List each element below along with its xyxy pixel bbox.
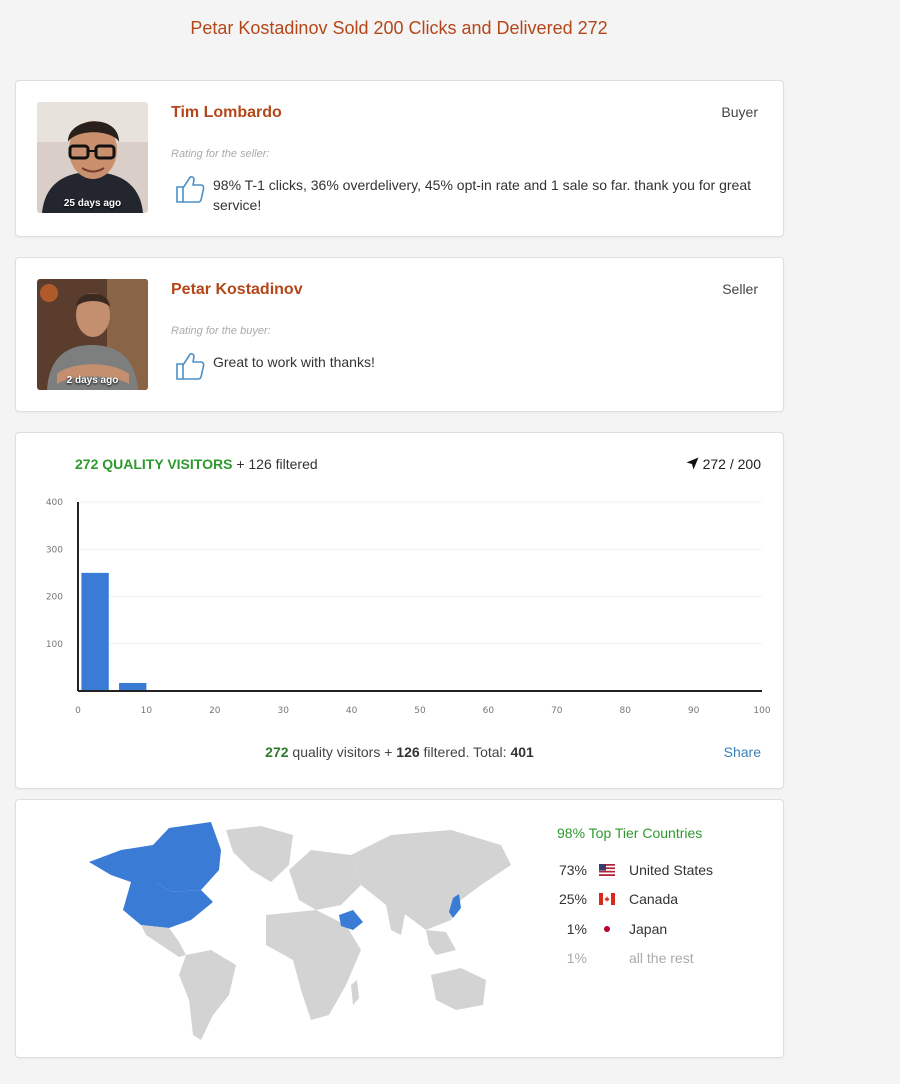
summary-total: 401 bbox=[510, 744, 534, 760]
review-card-seller: 2 days ago Petar Kostadinov Seller Ratin… bbox=[15, 257, 784, 412]
geo-headline: 98% Top Tier Countries bbox=[557, 825, 703, 841]
x-tick-label: 80 bbox=[619, 706, 631, 716]
summary-quality-num: 272 bbox=[265, 744, 289, 760]
reviewer-name[interactable]: Petar Kostadinov bbox=[171, 281, 303, 299]
x-tick-label: 0 bbox=[75, 706, 81, 716]
reviewer-name[interactable]: Tim Lombardo bbox=[171, 104, 282, 122]
avatar-photo bbox=[37, 279, 148, 390]
x-tick-label: 60 bbox=[483, 706, 495, 716]
reviewer-role: Buyer bbox=[721, 104, 758, 120]
country-name: United States bbox=[629, 862, 714, 878]
review-comment: 98% T-1 clicks, 36% overdelivery, 45% op… bbox=[213, 177, 751, 213]
geo-card: 98% Top Tier Countries 73% United States… bbox=[15, 799, 784, 1058]
rating-label: Rating for the seller: bbox=[171, 148, 270, 160]
us-flag-icon bbox=[599, 864, 615, 876]
rating-label: Rating for the buyer: bbox=[171, 325, 271, 337]
share-link[interactable]: Share bbox=[724, 744, 761, 760]
avatar[interactable]: 25 days ago bbox=[37, 102, 148, 213]
summary-filtered-num: 126 bbox=[396, 744, 420, 760]
x-tick-label: 10 bbox=[141, 706, 153, 716]
avatar[interactable]: 2 days ago bbox=[37, 279, 148, 390]
x-tick-label: 70 bbox=[551, 706, 563, 716]
y-tick-label: 300 bbox=[46, 545, 63, 555]
x-tick-label: 50 bbox=[414, 706, 426, 716]
review-comment: Great to work with thanks! bbox=[213, 354, 375, 370]
x-tick-label: 90 bbox=[688, 706, 700, 716]
y-tick-label: 400 bbox=[46, 498, 63, 508]
reviewer-role: Seller bbox=[722, 281, 758, 297]
country-name: all the rest bbox=[629, 950, 694, 966]
y-tick-label: 100 bbox=[46, 640, 63, 650]
chart-bar bbox=[81, 572, 109, 691]
canada-flag-icon bbox=[599, 893, 615, 905]
x-tick-label: 20 bbox=[209, 706, 221, 716]
review-age: 25 days ago bbox=[63, 198, 122, 209]
x-tick-label: 30 bbox=[277, 706, 289, 716]
summary-filtered-text: filtered. Total: bbox=[423, 744, 507, 760]
avatar-photo bbox=[37, 102, 148, 213]
thumbs-up-icon bbox=[176, 353, 205, 380]
y-tick-label: 200 bbox=[46, 593, 63, 603]
country-pct: 1% bbox=[566, 921, 587, 937]
visitors-card: 272 QUALITY VISITORS + 126 filtered 272 … bbox=[15, 432, 784, 789]
visitors-summary: 272 quality visitors + 126 filtered. Tot… bbox=[16, 744, 783, 760]
x-tick-label: 40 bbox=[346, 706, 358, 716]
visitors-histogram: 100 200 300 400 0 10 20 30 40 50 60 70 80 90 100 bbox=[46, 498, 771, 716]
chart-bar bbox=[119, 682, 147, 691]
world-map bbox=[89, 822, 511, 1040]
country-name: Japan bbox=[629, 921, 668, 937]
country-name: Canada bbox=[629, 891, 679, 907]
thumbs-up-icon bbox=[176, 176, 205, 203]
review-age: 2 days ago bbox=[66, 375, 119, 386]
japan-flag-icon bbox=[599, 923, 615, 935]
country-pct: 1% bbox=[566, 950, 587, 966]
country-pct: 73% bbox=[558, 862, 587, 878]
x-tick-label: 100 bbox=[753, 706, 770, 716]
page-title: Petar Kostadinov Sold 200 Clicks and Del… bbox=[190, 18, 608, 38]
summary-quality-text: quality visitors + bbox=[292, 744, 393, 760]
country-pct: 25% bbox=[558, 891, 587, 907]
review-card-buyer: 25 days ago Tim Lombardo Buyer Rating fo… bbox=[15, 80, 784, 237]
